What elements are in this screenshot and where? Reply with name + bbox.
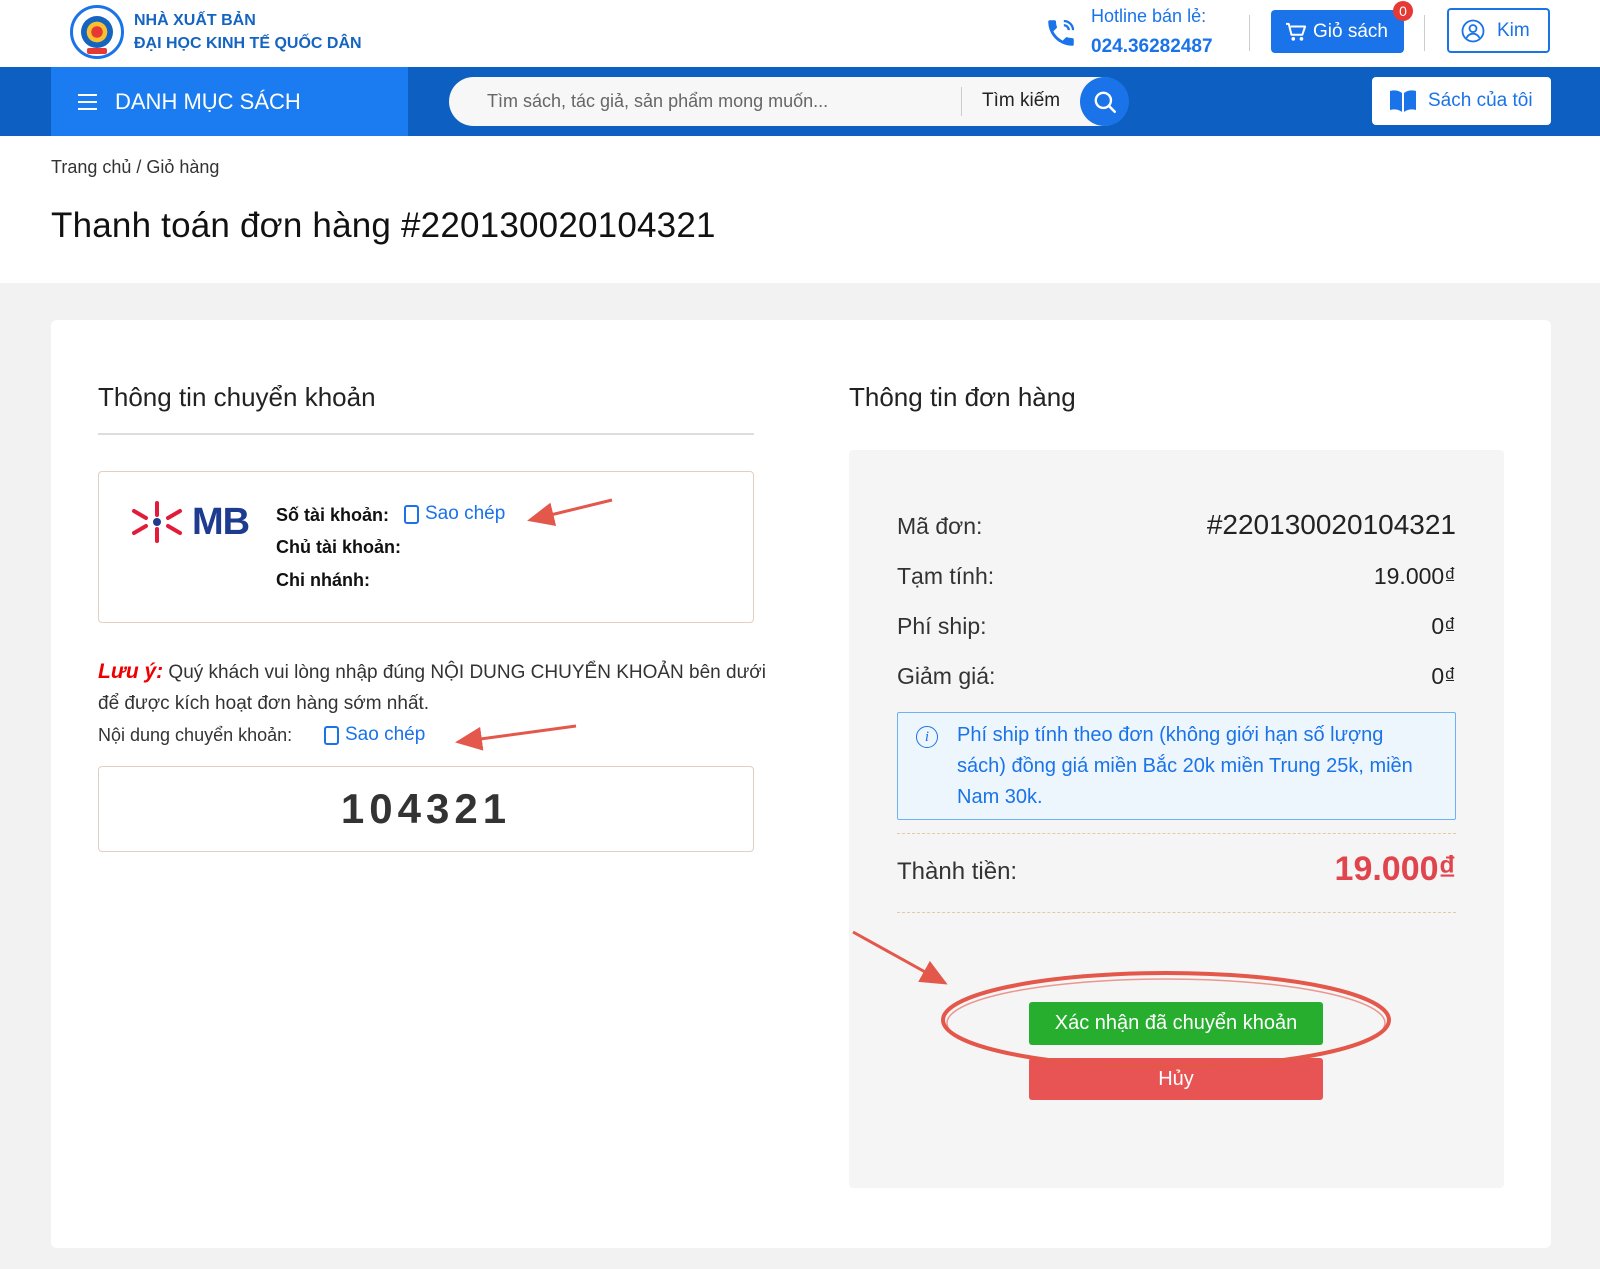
phone-icon: [1048, 19, 1075, 46]
user-name: Kim: [1497, 19, 1530, 41]
cart-label: Giỏ sách: [1313, 20, 1388, 42]
search-input[interactable]: [487, 77, 947, 126]
search-icon: [1094, 91, 1116, 113]
divider: [98, 433, 754, 435]
user-icon: [1461, 19, 1485, 42]
cart-icon: [1286, 22, 1307, 41]
page-title: Thanh toán đơn hàng #220130020104321: [51, 206, 716, 245]
note-prefix: Lưu ý:: [98, 660, 164, 683]
divider: [961, 87, 962, 116]
divider: [897, 833, 1456, 834]
user-account-button[interactable]: Kim: [1447, 8, 1550, 53]
hotline-label: Hotline bán lẻ:: [1091, 6, 1207, 26]
info-icon: i: [916, 726, 938, 748]
search-button[interactable]: [1080, 77, 1129, 126]
copy-icon: [404, 504, 419, 524]
confirm-transfer-button[interactable]: Xác nhận đã chuyển khoản: [1029, 1002, 1323, 1045]
bank-info-box: [98, 471, 754, 623]
brand-name[interactable]: NHÀ XUẤT BẢN ĐẠI HỌC KINH TẾ QUỐC DÂN: [134, 9, 362, 55]
copy-label: Sao chép: [345, 724, 426, 745]
mb-bank-name: MB: [192, 500, 250, 543]
note-text: Quý khách vui lòng nhập đúng NỘI DUNG CH…: [98, 662, 766, 714]
category-menu-label: DANH MỤC SÁCH: [115, 88, 301, 114]
brand-line-1: NHÀ XUẤT BẢN: [134, 12, 256, 29]
transfer-content-code: 104321: [98, 766, 754, 852]
brand-line-2: ĐẠI HỌC KINH TẾ QUỐC DÂN: [134, 35, 362, 52]
total-label: Thành tiền:: [897, 858, 1018, 885]
order-id-value: #220130020104321: [1206, 509, 1456, 540]
menu-icon: [78, 93, 97, 110]
mb-star-icon: [132, 501, 182, 543]
divider: [1424, 15, 1425, 51]
order-id-label: Mã đơn:: [897, 513, 983, 539]
copy-account-number-link[interactable]: Sao chép: [404, 503, 505, 525]
copy-icon: [324, 725, 339, 745]
copy-transfer-content-link[interactable]: Sao chép: [324, 724, 425, 746]
total-value: 19.000₫: [1334, 850, 1456, 888]
cancel-button[interactable]: Hủy: [1029, 1058, 1323, 1100]
account-number-label: Số tài khoản:: [276, 505, 390, 525]
transfer-content-label: Nội dung chuyển khoản:: [98, 725, 293, 745]
search-bar: Tìm kiếm: [449, 77, 1129, 126]
hotline-number[interactable]: 024.36282487: [1091, 36, 1213, 58]
mb-bank-logo: MB: [128, 498, 268, 546]
discount-label: Giảm giá:: [897, 663, 996, 689]
shipping-info-text: Phí ship tính theo đơn (không giới hạn s…: [957, 724, 1413, 808]
subtotal-value: 19.000₫: [1373, 563, 1456, 589]
shipping-fee-label: Phí ship:: [897, 613, 987, 639]
transfer-info-title: Thông tin chuyển khoản: [98, 382, 376, 412]
my-books-button[interactable]: Sách của tôi: [1372, 77, 1551, 125]
subtotal-label: Tạm tính:: [897, 563, 995, 589]
transfer-note: Lưu ý: Quý khách vui lòng nhập đúng NỘI …: [98, 656, 768, 719]
category-menu-button[interactable]: DANH MỤC SÁCH: [51, 67, 408, 136]
order-info-title: Thông tin đơn hàng: [849, 382, 1076, 412]
cart-button[interactable]: Giỏ sách: [1271, 10, 1404, 53]
divider: [1249, 15, 1250, 51]
branch-label: Chi nhánh:: [276, 570, 370, 590]
account-holder-label: Chủ tài khoản:: [276, 537, 401, 557]
cart-count-badge: 0: [1393, 1, 1413, 21]
divider: [897, 912, 1456, 913]
search-label[interactable]: Tìm kiếm: [982, 90, 1060, 112]
breadcrumb[interactable]: Trang chủ / Giỏ hàng: [51, 157, 219, 178]
publisher-logo[interactable]: [70, 5, 124, 59]
book-icon: [1390, 90, 1416, 112]
my-books-label: Sách của tôi: [1428, 90, 1533, 111]
shipping-info-box: i Phí ship tính theo đơn (không giới hạn…: [897, 712, 1456, 820]
discount-value: 0₫: [1431, 663, 1456, 689]
shipping-fee-value: 0₫: [1431, 613, 1456, 639]
copy-label: Sao chép: [425, 503, 506, 524]
